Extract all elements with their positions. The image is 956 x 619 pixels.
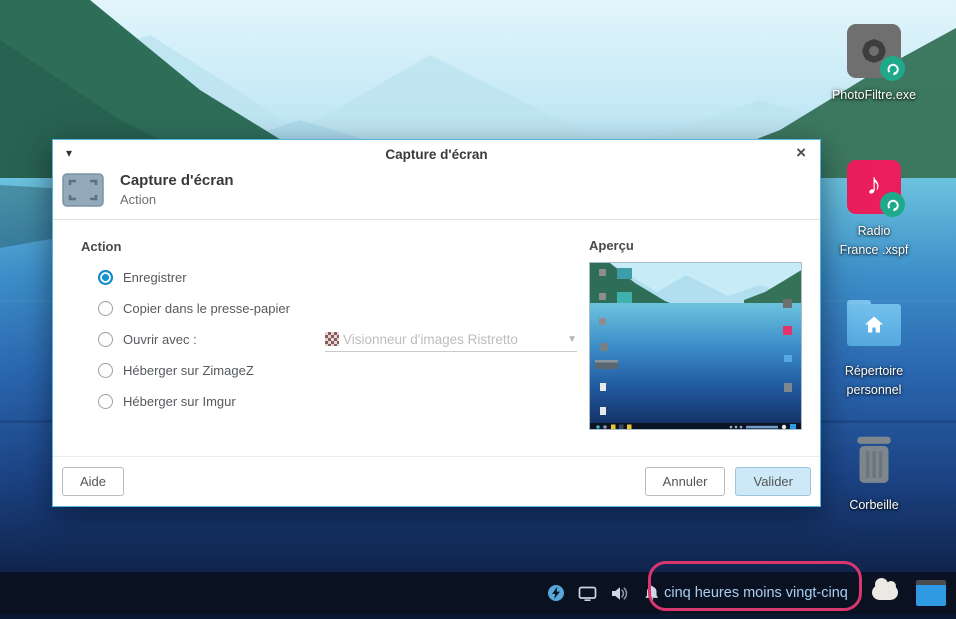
desktop-icon-photofiltre[interactable]: PhotoFiltre.exe	[814, 24, 934, 105]
taskbar: cinq heures moins vingt-cinq	[0, 572, 956, 614]
dialog-header-subtitle: Action	[120, 192, 234, 207]
desktop-icon-label: Radio France .xspf	[814, 222, 934, 260]
taskbar-clock[interactable]: cinq heures moins vingt-cinq	[658, 572, 854, 614]
radio-button-icon[interactable]	[98, 332, 113, 347]
confirm-button[interactable]: Valider	[735, 467, 811, 496]
radio-button-icon[interactable]	[98, 270, 113, 285]
desktop-icon-label: Corbeille	[814, 496, 934, 515]
dialog-header: Capture d'écran Action	[53, 169, 820, 220]
desktop-icon-label: Répertoire personnel	[814, 362, 934, 400]
cancel-button[interactable]: Annuler	[645, 467, 726, 496]
window-menu-icon[interactable]: ▾	[66, 146, 72, 160]
radio-copier-presse-papier[interactable]: Copier dans le presse-papier	[98, 301, 290, 316]
radio-button-icon[interactable]	[98, 394, 113, 409]
action-section-label: Action	[81, 239, 290, 254]
trash-icon	[847, 430, 901, 488]
desktop-icon-home-folder[interactable]: Répertoire personnel	[814, 296, 934, 400]
close-icon[interactable]: ×	[792, 143, 810, 163]
radio-enregistrer[interactable]: Enregistrer	[98, 270, 290, 285]
dialog-titlebar: ▾ Capture d'écran ×	[53, 140, 820, 169]
app-thumbnail-icon	[325, 332, 339, 346]
radio-button-icon[interactable]	[98, 301, 113, 316]
capture-region-icon	[62, 173, 104, 207]
shortcut-arrow-icon	[880, 192, 905, 217]
weather-cloud-icon[interactable]	[872, 585, 898, 600]
radio-heberger-imgur[interactable]: Héberger sur Imgur	[98, 394, 290, 409]
radio-heberger-zimagez[interactable]: Héberger sur ZimageZ	[98, 363, 290, 378]
desktop-icon-trash[interactable]: Corbeille	[814, 430, 934, 515]
screenshot-preview-thumbnail	[589, 262, 802, 430]
window-icon[interactable]	[916, 580, 946, 606]
home-folder-icon	[847, 300, 901, 346]
dialog-footer: Aide Annuler Valider	[53, 456, 820, 506]
help-button[interactable]: Aide	[62, 467, 124, 496]
volume-icon[interactable]	[610, 584, 629, 603]
radio-button-icon[interactable]	[98, 363, 113, 378]
desktop-icon-radio-france[interactable]: ♪ Radio France .xspf	[814, 160, 934, 260]
preview-section-label: Aperçu	[589, 238, 802, 253]
desktop-icon-label: PhotoFiltre.exe	[814, 86, 934, 105]
screenshot-dialog: ▾ Capture d'écran × Capture d'écran Acti…	[52, 139, 821, 507]
window-title: Capture d'écran	[385, 147, 487, 162]
power-icon[interactable]	[546, 584, 565, 603]
dialog-header-title: Capture d'écran	[120, 172, 234, 189]
radio-ouvrir-avec[interactable]: Ouvrir avec : Visionneur d'images Ristre…	[98, 332, 290, 347]
open-with-dropdown[interactable]: Visionneur d'images Ristretto ▼	[325, 327, 577, 352]
chevron-down-icon: ▼	[567, 334, 577, 345]
display-icon[interactable]	[578, 584, 597, 603]
shortcut-arrow-icon	[880, 56, 905, 81]
dropdown-value: Visionneur d'images Ristretto	[343, 332, 561, 347]
system-tray	[546, 572, 661, 614]
